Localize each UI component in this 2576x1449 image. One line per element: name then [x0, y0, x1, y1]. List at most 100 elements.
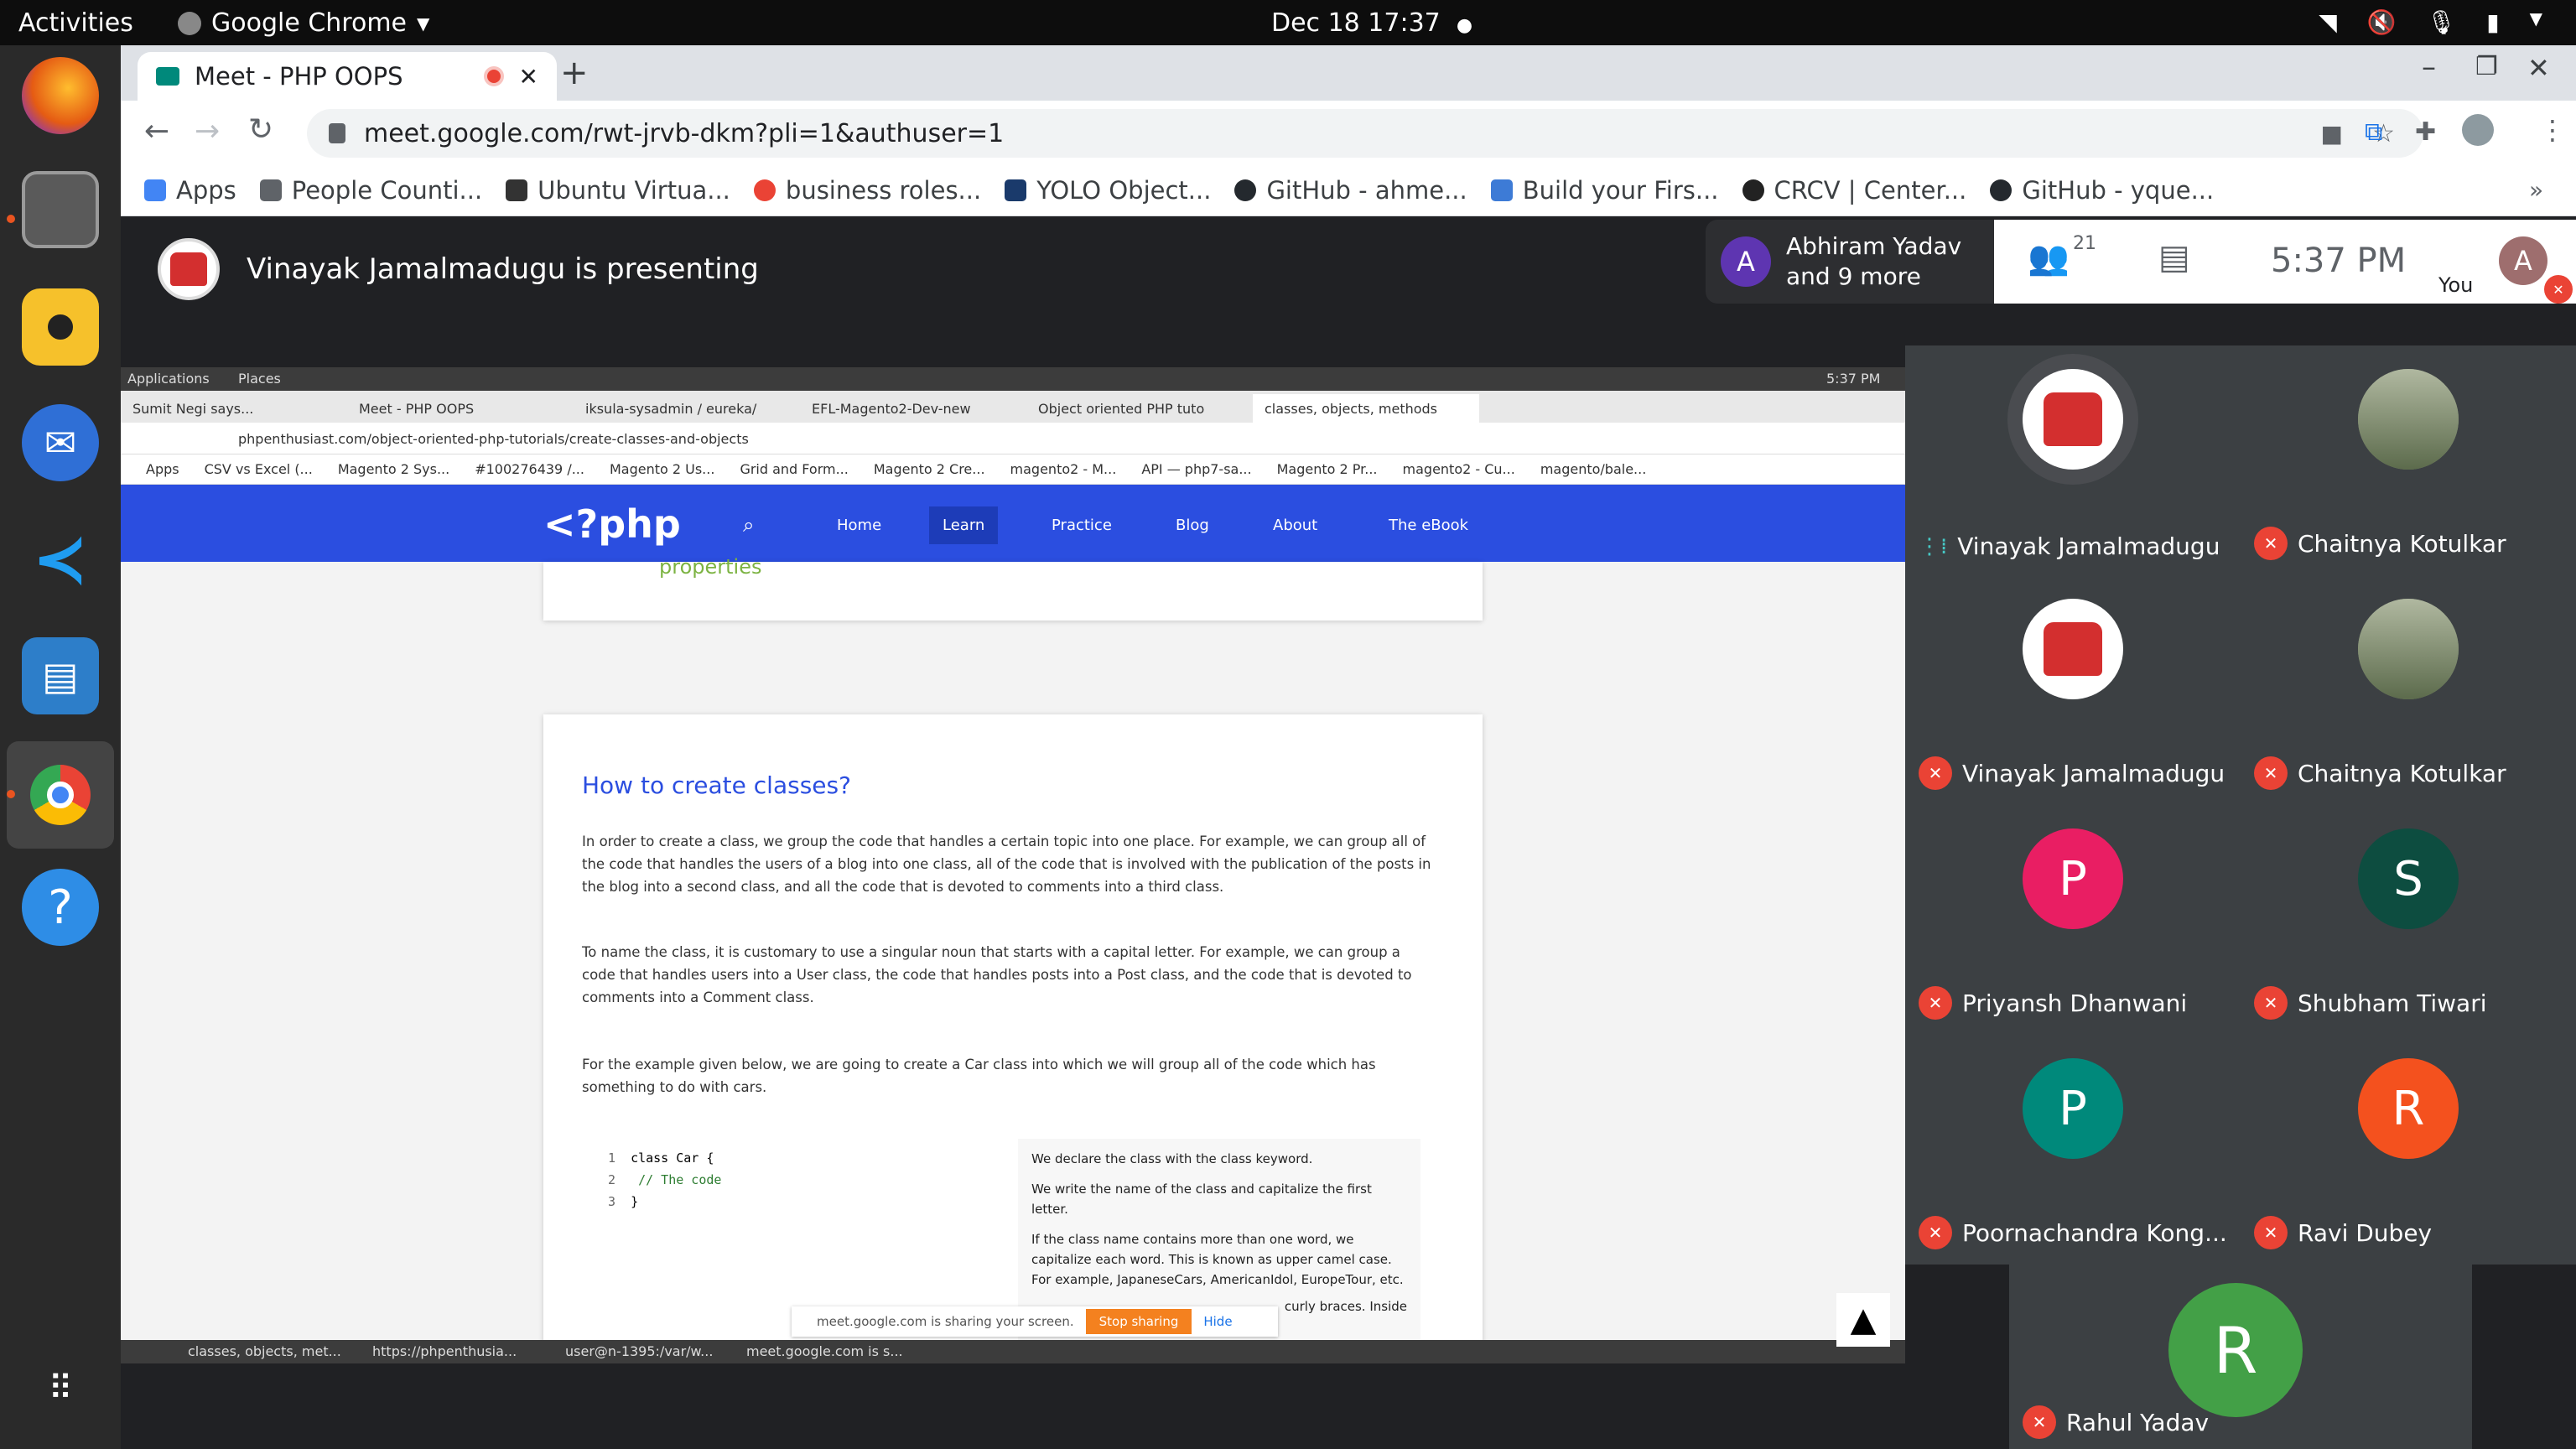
participant-tile[interactable]: R ✕ Ravi Dubey [2241, 1035, 2576, 1265]
bookmark-item[interactable]: GitHub - yque... [1990, 176, 2214, 205]
bookmark-item[interactable]: business roles... [753, 176, 981, 205]
presenter-logo-icon [2044, 622, 2102, 676]
taskbar-item: classes, objects, met... [188, 1343, 341, 1359]
app-menu[interactable]: Google Chrome ▼ [178, 8, 429, 38]
participant-tile[interactable]: P ✕ Priyansh Dhanwani [1905, 805, 2241, 1035]
back-icon[interactable]: ← [144, 114, 169, 148]
forward-icon[interactable]: → [195, 114, 220, 148]
camera-icon[interactable]: ■ [2321, 120, 2343, 148]
show-apps-icon[interactable]: ⠿ [22, 1350, 99, 1427]
people-count: 21 [2073, 233, 2096, 254]
participant-more: and 9 more [1786, 262, 1921, 290]
participant-tile[interactable]: S ✕ Shubham Tiwari [2241, 805, 2576, 1035]
participant-name-row: ✕ Rahul Yadav [2023, 1405, 2209, 1439]
running-indicator [7, 215, 15, 223]
prev-card: properties [543, 555, 1483, 621]
help-icon[interactable]: ? [22, 869, 99, 946]
participant-avatar: P [2023, 828, 2123, 929]
shared-bookmark: magento/bale... [1540, 461, 1647, 477]
mic-off-icon: ✕ [1919, 756, 1952, 790]
note: We write the name of the class and capit… [1031, 1182, 1372, 1217]
participant-name: Shubham Tiwari [2298, 989, 2487, 1017]
hide-button: Hide [1203, 1314, 1233, 1329]
participant-name-row: ✕ Poornachandra Kong... [1919, 1216, 2227, 1249]
participant-avatar: R [2168, 1283, 2303, 1417]
extensions-icon[interactable]: ✚ [2415, 117, 2436, 147]
participant-tile[interactable]: P ✕ Poornachandra Kong... [1905, 1035, 2241, 1265]
bookmark-item[interactable]: CRCV | Center... [1742, 176, 1966, 205]
shared-bookmark: Magento 2 Us... [609, 461, 715, 477]
profile-avatar[interactable] [2462, 114, 2494, 146]
avatar: A [1721, 236, 1771, 287]
mic-icon: 🎙 [2426, 8, 2457, 36]
presenter-logo-icon [2044, 392, 2102, 446]
nav-about: About [1273, 517, 1318, 534]
participant-tile[interactable]: ⋮⁞ Vinayak Jamalmadugu [1905, 345, 2241, 575]
participant-tile[interactable]: ✕ Vinayak Jamalmadugu [1905, 575, 2241, 805]
writer-icon[interactable]: ▤ [22, 637, 99, 714]
bookmarks-bar: Apps People Counti... Ubuntu Virtua... b… [121, 164, 2576, 216]
others-presenting-chip[interactable]: A Abhiram Yadav and 9 more [1706, 220, 1999, 304]
thunderbird-icon[interactable]: ✉ [22, 404, 99, 481]
participant-tile[interactable]: ✕ Chaitnya Kotulkar [2241, 575, 2576, 805]
mic-off-icon: ✕ [2544, 275, 2573, 304]
bookmark-apps[interactable]: Apps [144, 176, 236, 205]
tab-meet[interactable]: Meet - PHP OOPS ✕ [138, 52, 557, 101]
presenting-text: Vinayak Jamalmadugu is presenting [247, 252, 759, 286]
self-label: You [2438, 273, 2474, 297]
crcv-icon [1742, 179, 1764, 201]
browser-toolbar: ← → ↻ meet.google.com/rwt-jrvb-dkm?pli=1… [121, 101, 2576, 164]
chevron-down-icon: ▼ [2529, 8, 2542, 29]
meet-header: Vinayak Jamalmadugu is presenting A Abhi… [121, 216, 2576, 345]
chrome-icon[interactable] [7, 741, 114, 849]
shared-tab-strip: Sumit Negi says... Meet - PHP OOPS iksul… [121, 391, 1905, 423]
mic-off-icon: ✕ [2254, 756, 2288, 790]
shared-places-menu: Places [238, 371, 281, 387]
bookmark-item[interactable]: Build your Firs... [1490, 176, 1719, 205]
files-icon[interactable] [22, 171, 99, 248]
self-avatar[interactable]: A [2499, 236, 2547, 285]
vscode-icon[interactable]: ≺ [22, 520, 99, 598]
rhythmbox-icon[interactable] [22, 288, 99, 366]
bookmark-item[interactable]: Ubuntu Virtua... [506, 176, 730, 205]
scroll-up-icon[interactable]: ▲ [1836, 1293, 1890, 1347]
people-icon[interactable]: 👥 [2028, 238, 2070, 278]
new-tab-button[interactable]: + [560, 54, 589, 92]
bookmarks-overflow-icon[interactable]: » [2529, 176, 2543, 204]
nav-practice: Practice [1052, 517, 1112, 534]
shared-tab: Meet - PHP OOPS [359, 400, 475, 417]
more-menu-icon[interactable]: ⋮ [2539, 114, 2566, 146]
chart-icon [1490, 179, 1513, 201]
firefox-icon[interactable] [22, 57, 99, 134]
mic-off-icon: ✕ [2254, 527, 2288, 560]
github-icon [1234, 179, 1257, 201]
extension-translate-icon[interactable]: ⧉ [2365, 117, 2382, 147]
minimize-icon[interactable]: – [2422, 50, 2436, 84]
participant-tile[interactable]: R ✕ Rahul Yadav [2009, 1265, 2472, 1449]
system-tray[interactable]: ◥ 🔇 🎙 ▮ ▼ [2319, 8, 2542, 36]
close-window-icon[interactable]: ✕ [2527, 52, 2550, 84]
maximize-icon[interactable]: ❐ [2475, 52, 2498, 81]
article-heading: How to create classes? [582, 771, 851, 799]
participant-name-row: ⋮⁞ Vinayak Jamalmadugu [1919, 532, 2220, 560]
shared-address-bar: phpenthusiast.com/object-oriented-php-tu… [121, 423, 1905, 454]
participant-tile[interactable]: ✕ Chaitnya Kotulkar [2241, 345, 2576, 575]
lock-icon [329, 123, 345, 143]
paragraph-3: For the example given below, we are goin… [582, 1057, 1376, 1095]
clock[interactable]: Dec 18 17:37 ● [1271, 8, 1472, 38]
address-bar[interactable]: meet.google.com/rwt-jrvb-dkm?pli=1&authu… [307, 109, 2423, 158]
chat-icon[interactable]: ▤ [2158, 238, 2190, 277]
running-indicator [7, 790, 15, 798]
app-name: Google Chrome [211, 8, 407, 38]
bookmark-item[interactable]: People Counti... [259, 176, 482, 205]
activities-button[interactable]: Activities [18, 8, 133, 38]
presenter-banner: Vinayak Jamalmadugu is presenting [158, 238, 759, 300]
participant-name: Priyansh Dhanwani [1962, 989, 2188, 1017]
taskbar-item: meet.google.com is s... [746, 1343, 903, 1359]
bookmark-item[interactable]: YOLO Object... [1005, 176, 1211, 205]
close-tab-icon[interactable]: ✕ [519, 63, 538, 91]
bookmark-item[interactable]: GitHub - ahme... [1234, 176, 1467, 205]
chrome-window: Meet - PHP OOPS ✕ + – ❐ ✕ ← → ↻ meet.goo… [121, 45, 2576, 1449]
shared-url: phpenthusiast.com/object-oriented-php-tu… [238, 431, 749, 447]
reload-icon[interactable]: ↻ [248, 112, 273, 147]
